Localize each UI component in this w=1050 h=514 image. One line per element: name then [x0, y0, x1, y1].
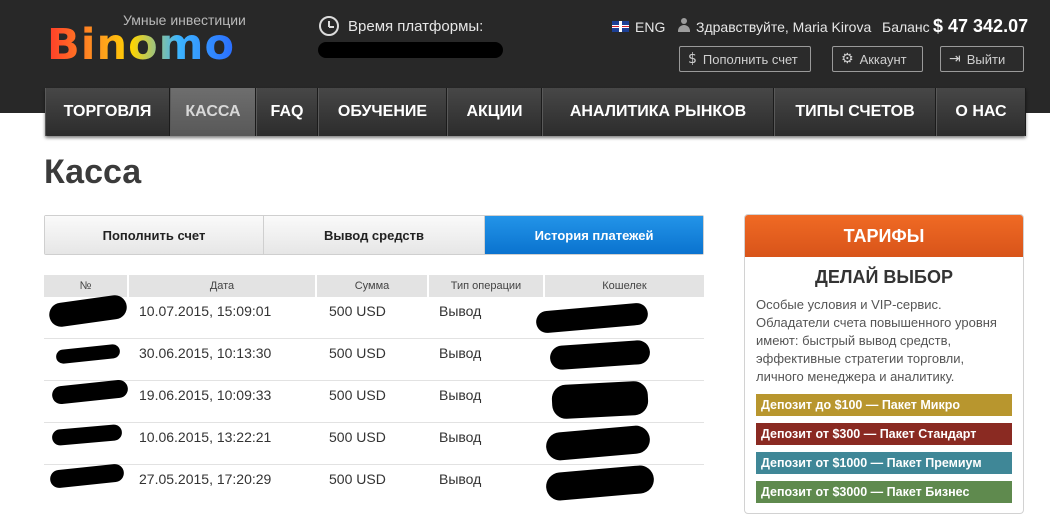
- row-amount: 500 USD: [329, 387, 386, 403]
- row-date: 30.06.2015, 10:13:30: [139, 345, 272, 361]
- language-selector[interactable]: ENG: [635, 19, 665, 35]
- platform-time-label: Время платформы:: [348, 18, 484, 35]
- tariffs-panel: ТАРИФЫ ДЕЛАЙ ВЫБОР Особые условия и VIP-…: [744, 214, 1024, 514]
- table-row: 19.06.2015, 10:09:33 500 USD Вывод: [44, 379, 704, 423]
- tariffs-header: ТАРИФЫ: [745, 215, 1023, 257]
- table-row: 30.06.2015, 10:13:30 500 USD Вывод: [44, 339, 704, 381]
- col-header-amount: Сумма: [317, 275, 429, 297]
- row-amount: 500 USD: [329, 303, 386, 319]
- account-button[interactable]: ⚙ Аккаунт: [832, 46, 923, 72]
- col-header-wallet: Кошелек: [602, 280, 647, 292]
- row-operation-type: Вывод: [439, 303, 482, 319]
- tariffs-title: ДЕЛАЙ ВЫБОР: [815, 267, 953, 287]
- nav-item-promotions[interactable]: АКЦИИ: [447, 88, 542, 136]
- redaction-mark: [551, 380, 649, 420]
- platform-time-value-redacted: [318, 42, 503, 58]
- package-business[interactable]: Депозит от $3000 — Пакет Бизнес: [756, 481, 1012, 503]
- row-date: 10.07.2015, 15:09:01: [139, 303, 272, 319]
- row-operation-type: Вывод: [439, 471, 482, 487]
- nav-item-about[interactable]: О НАС: [936, 88, 1026, 136]
- dollar-icon: $: [688, 51, 697, 67]
- table-row: 10.06.2015, 13:22:21 500 USD Вывод: [44, 423, 704, 465]
- package-micro[interactable]: Депозит до $100 — Пакет Микро: [756, 394, 1012, 416]
- row-amount: 500 USD: [329, 345, 386, 361]
- logout-button-label: Выйти: [966, 51, 1006, 67]
- row-operation-type: Вывод: [439, 345, 482, 361]
- logout-button[interactable]: ⇥ Выйти: [940, 46, 1024, 72]
- nav-item-cashier[interactable]: КАССА: [170, 88, 256, 136]
- row-amount: 500 USD: [329, 429, 386, 445]
- table-row: 27.05.2015, 17:20:29 500 USD Вывод: [44, 463, 704, 507]
- page-title: Касса: [44, 153, 142, 191]
- tab-deposit[interactable]: Пополнить счет: [45, 216, 264, 254]
- nav-item-faq[interactable]: FAQ: [256, 88, 318, 136]
- col-header-date: Дата: [129, 275, 317, 297]
- nav-item-market-analytics[interactable]: АНАЛИТИКА РЫНКОВ: [542, 88, 774, 136]
- gear-icon: ⚙: [841, 51, 854, 67]
- cashier-tabs: Пополнить счет Вывод средств История пла…: [44, 215, 704, 255]
- account-button-label: Аккаунт: [859, 51, 907, 67]
- balance-label: Баланс: [882, 19, 930, 35]
- tab-payment-history[interactable]: История платежей: [485, 216, 703, 254]
- package-premium[interactable]: Депозит от $1000 — Пакет Премиум: [756, 452, 1012, 474]
- payment-history-table: № Дата Сумма Тип операции Кошелек 10.07.…: [44, 275, 704, 507]
- logout-icon: ⇥: [949, 51, 961, 67]
- row-date: 27.05.2015, 17:20:29: [139, 471, 272, 487]
- table-row: 10.07.2015, 15:09:01 500 USD Вывод: [44, 293, 704, 339]
- user-icon: [678, 18, 690, 33]
- tariffs-description: Особые условия и VIP-сервис. Обладатели …: [756, 297, 997, 384]
- uk-flag-icon[interactable]: [612, 21, 629, 32]
- deposit-button-label: Пополнить счет: [702, 51, 798, 67]
- clock-icon: [319, 16, 339, 36]
- row-date: 19.06.2015, 10:09:33: [139, 387, 272, 403]
- balance-value: $ 47 342.07: [933, 16, 1029, 36]
- col-header-operation-type: Тип операции: [429, 275, 545, 297]
- main-nav: ТОРГОВЛЯ КАССА FAQ ОБУЧЕНИЕ АКЦИИ АНАЛИТ…: [45, 88, 1026, 136]
- tab-withdraw[interactable]: Вывод средств: [264, 216, 485, 254]
- table-header: № Дата Сумма Тип операции Кошелек: [44, 275, 704, 297]
- nav-item-account-types[interactable]: ТИПЫ СЧЕТОВ: [774, 88, 936, 136]
- deposit-button[interactable]: $ Пополнить счет: [679, 46, 811, 72]
- col-header-number: №: [44, 275, 129, 297]
- package-standard[interactable]: Депозит от $300 — Пакет Стандарт: [756, 423, 1012, 445]
- nav-item-trading[interactable]: ТОРГОВЛЯ: [45, 88, 170, 136]
- logo-tagline: Умные инвестиции: [123, 12, 246, 28]
- user-greeting: Здравствуйте, Maria Kirova: [696, 19, 872, 35]
- row-operation-type: Вывод: [439, 429, 482, 445]
- row-operation-type: Вывод: [439, 387, 482, 403]
- row-amount: 500 USD: [329, 471, 386, 487]
- row-date: 10.06.2015, 13:22:21: [139, 429, 272, 445]
- nav-item-education[interactable]: ОБУЧЕНИЕ: [318, 88, 447, 136]
